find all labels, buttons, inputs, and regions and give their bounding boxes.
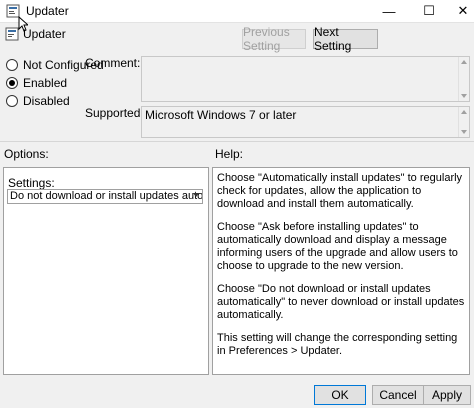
radio-circle[interactable] xyxy=(6,59,18,71)
window-title: Updater xyxy=(26,4,69,18)
radio-label: Disabled xyxy=(23,94,70,108)
supported-on-value: Microsoft Windows 7 or later xyxy=(145,108,297,122)
settings-dropdown-value: Do not download or install updates autom… xyxy=(10,190,203,202)
maximize-button[interactable]: ☐ xyxy=(412,0,446,22)
policy-name: Updater xyxy=(23,27,66,41)
help-paragraph: Choose "Ask before installing updates" t… xyxy=(217,221,458,272)
previous-setting-button[interactable]: Previous Setting xyxy=(242,25,306,53)
options-pane: Settings: Do not download or install upd… xyxy=(3,167,209,375)
divider xyxy=(0,141,474,142)
scroll-up-icon[interactable] xyxy=(461,60,467,64)
minimize-button[interactable]: — xyxy=(372,0,406,22)
radio-label: Enabled xyxy=(23,76,68,90)
help-paragraph: Choose "Do not download or install updat… xyxy=(217,283,465,321)
radio-circle[interactable] xyxy=(6,77,18,89)
title-bar: Updater — ☐ ✕ xyxy=(0,0,474,23)
comment-scrollbar[interactable] xyxy=(458,57,469,101)
scroll-down-icon[interactable] xyxy=(461,94,467,98)
help-label: Help: xyxy=(215,147,244,161)
radio-disabled[interactable]: Disabled xyxy=(6,94,70,108)
chevron-down-icon[interactable] xyxy=(193,193,199,197)
help-paragraph: This setting will change the correspondi… xyxy=(217,332,458,357)
scroll-down-icon[interactable] xyxy=(461,130,467,134)
close-button[interactable]: ✕ xyxy=(446,0,474,22)
settings-label: Settings: xyxy=(8,176,55,190)
radio-enabled[interactable]: Enabled xyxy=(6,76,67,90)
ok-button[interactable]: OK xyxy=(314,385,366,405)
radio-circle[interactable] xyxy=(6,95,18,107)
options-label: Options: xyxy=(4,147,49,161)
scroll-up-icon[interactable] xyxy=(461,110,467,114)
help-paragraph: Choose "Automatically install updates" t… xyxy=(217,172,463,210)
supported-scrollbar[interactable] xyxy=(458,107,469,137)
comment-label: Comment: xyxy=(85,56,141,70)
apply-button[interactable]: Apply xyxy=(423,385,471,405)
settings-dropdown[interactable]: Do not download or install updates autom… xyxy=(7,189,203,204)
help-text: Choose "Automatically install updates" t… xyxy=(217,172,465,368)
next-setting-button[interactable]: Next Setting xyxy=(313,25,378,53)
help-pane: Choose "Automatically install updates" t… xyxy=(212,167,470,375)
cancel-button[interactable]: Cancel xyxy=(372,385,424,405)
comment-field[interactable] xyxy=(141,56,470,102)
supported-on-field: Microsoft Windows 7 or later xyxy=(141,106,470,138)
policy-setting-icon xyxy=(5,27,19,41)
